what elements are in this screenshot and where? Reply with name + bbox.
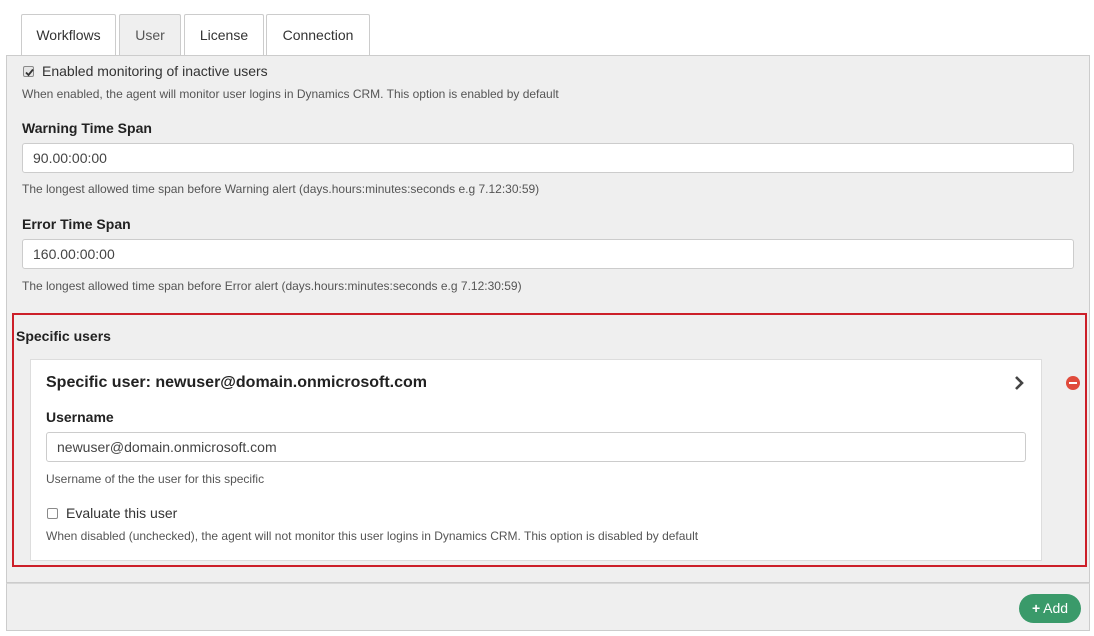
check-icon [25,68,34,77]
error-time-span-input[interactable]: 160.00:00:00 [22,239,1074,269]
tab-user[interactable]: User [119,14,181,56]
specific-user-title: Specific user: newuser@domain.onmicrosof… [46,374,428,391]
add-button-label: Add [1043,600,1069,616]
warning-label: Warning Time Span [22,120,152,136]
add-button[interactable]: + Add [1019,594,1081,623]
warning-help: The longest allowed time span before War… [22,182,540,196]
tab-license[interactable]: License [184,14,264,55]
username-help: Username of the the user for this specif… [46,472,265,486]
username-label: Username [46,409,114,425]
evaluate-user-label[interactable]: Evaluate this user [66,505,177,521]
warning-time-span-input[interactable]: 90.00:00:00 [22,143,1074,173]
plus-icon: + [1031,600,1041,616]
username-input[interactable]: newuser@domain.onmicrosoft.com [46,432,1026,462]
evaluate-user-checkbox[interactable] [47,508,58,519]
footer-bar [6,583,1090,631]
monitoring-label[interactable]: Enabled monitoring of inactive users [42,63,268,79]
chevron-right-icon[interactable] [1012,375,1026,391]
monitoring-checkbox[interactable] [23,66,34,77]
monitoring-help: When enabled, the agent will monitor use… [22,87,559,101]
remove-user-button[interactable] [1066,376,1080,390]
tab-workflows[interactable]: Workflows [21,14,116,55]
error-help: The longest allowed time span before Err… [22,279,522,293]
evaluate-user-help: When disabled (unchecked), the agent wil… [46,529,699,543]
error-label: Error Time Span [22,216,131,232]
tab-connection[interactable]: Connection [266,14,370,55]
specific-users-heading: Specific users [16,328,111,344]
